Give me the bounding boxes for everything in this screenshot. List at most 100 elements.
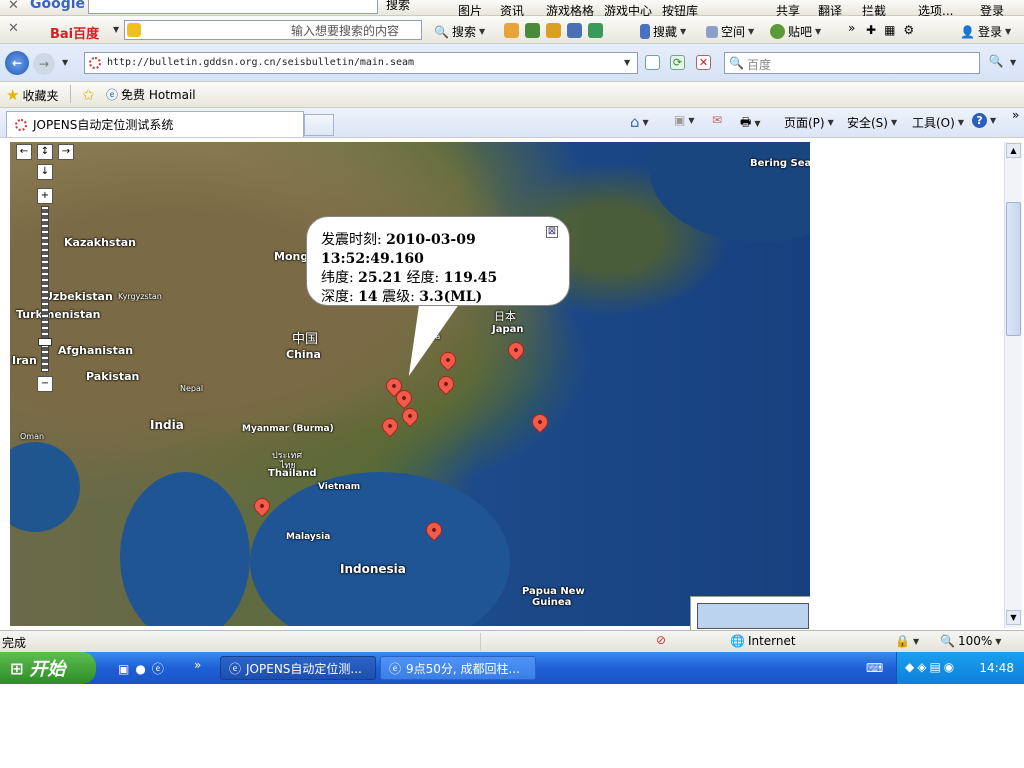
scroll-up-icon[interactable]: ▲ <box>1006 143 1021 158</box>
ie-icon: ⓔ <box>389 661 402 676</box>
chevron-down-icon[interactable]: ▼ <box>113 25 119 34</box>
stop-icon[interactable]: ✕ <box>696 55 711 70</box>
tray-icons[interactable]: ◆◈▤◉ <box>905 660 957 674</box>
quick-launch[interactable]: ▣ ● ⓔ <box>118 660 164 677</box>
gear-icon[interactable]: ⚙ <box>903 23 914 37</box>
mail-button[interactable]: ✉ <box>712 113 722 127</box>
vertical-scrollbar[interactable]: ▲ ▼ <box>1004 142 1022 628</box>
add-favorite-icon[interactable]: ✩ <box>82 86 95 104</box>
system-tray: ◆◈▤◉ 14:48 <box>896 652 1024 684</box>
zoom-slider[interactable] <box>41 206 49 372</box>
plus-icon[interactable]: ✚ <box>866 23 876 37</box>
popup-time-row: 发震时刻: 2010-03-09 13:52:49.160 <box>321 232 476 267</box>
map-label-turkmenistan: Turkmenistan <box>16 308 101 321</box>
baidu-more-button[interactable]: » <box>848 21 855 35</box>
feeds-button[interactable]: ▣ ▼ <box>674 113 695 127</box>
map-label-japan-zh: 日本 <box>494 310 516 323</box>
map-label-png-2: Guinea <box>532 597 572 608</box>
baidu-search-button[interactable]: 🔍 搜索 ▼ <box>434 23 485 40</box>
address-input[interactable]: http://bulletin.gddsn.org.cn/seisbulleti… <box>84 52 638 74</box>
tabs-more-button[interactable]: » <box>1012 108 1019 122</box>
baidu-space-button[interactable]: 空间 ▼ <box>706 23 754 40</box>
forward-arrow-icon[interactable]: → <box>33 53 55 75</box>
task-jopens[interactable]: ⓔ JOPENS自动定位测... <box>220 656 376 680</box>
map-label-bering: Bering Sea <box>750 158 810 169</box>
quake-marker[interactable] <box>434 372 458 396</box>
new-tab-button[interactable] <box>304 114 334 136</box>
compat-view-icon[interactable] <box>645 55 660 70</box>
safety-menu[interactable]: 安全(S) ▼ <box>847 114 897 131</box>
start-button[interactable]: ⊞ 开始 <box>0 652 96 684</box>
overview-map[interactable] <box>697 603 809 629</box>
print-button[interactable]: 🖶 ▼ <box>740 113 760 134</box>
address-dropdown-icon[interactable]: ▼ <box>624 58 630 67</box>
popup-location-row: 纬度: 25.21 经度: 119.45 <box>321 270 498 286</box>
google-search-input[interactable] <box>88 0 378 14</box>
ie-icon[interactable]: ⓔ <box>152 660 164 677</box>
zoom-in-button[interactable]: + <box>37 188 53 204</box>
baidu-tool-icons[interactable] <box>504 23 603 38</box>
search-provider-dropdown-icon[interactable]: ▼ <box>1010 58 1016 67</box>
pan-left-icon[interactable]: ← <box>16 144 32 160</box>
baidu-toolbar: ✕ Bai百度 ▼ 输入想要搜索的内容 🔍 搜索 ▼ 搜藏 ▼ 空间 ▼ 贴吧 ▼ » ✚… <box>0 16 1024 44</box>
qq-icon[interactable]: ● <box>135 662 145 676</box>
close-toolbar-icon[interactable]: ✕ <box>8 0 19 13</box>
zoom-out-button[interactable]: − <box>37 376 53 392</box>
favorites-button[interactable]: ★ 收藏夹 <box>6 86 58 104</box>
quake-marker[interactable] <box>528 410 552 434</box>
page-menu[interactable]: 页面(P) ▼ <box>784 114 834 131</box>
baidu-search-input[interactable]: 输入想要搜索的内容 <box>124 20 422 40</box>
page-content: Bering Sea Kazakhstan Mong Uzbekistan Ky… <box>0 138 1024 630</box>
help-button[interactable]: ? ▼ <box>972 113 996 128</box>
ie-icon: ⓔ <box>229 661 242 676</box>
clock[interactable]: 14:48 <box>979 661 1014 675</box>
quake-marker[interactable] <box>504 338 528 362</box>
home-button[interactable]: ⌂ ▼ <box>630 113 649 131</box>
pan-down-icon[interactable]: ↓ <box>37 164 53 180</box>
desktop-icon[interactable]: ▣ <box>118 662 129 676</box>
history-dropdown-icon[interactable]: ▼ <box>62 58 68 67</box>
quick-launch-more[interactable]: » <box>194 658 201 672</box>
favorite-hotmail-link[interactable]: ⓔ 免费 Hotmail <box>106 86 196 103</box>
overview-map-frame[interactable] <box>690 596 810 630</box>
grid-icon[interactable]: ▦ <box>884 23 895 37</box>
baidu-app-icon[interactable] <box>504 23 519 38</box>
map-label-kyrgyzstan: Kyrgyzstan <box>118 292 162 301</box>
pan-right-icon[interactable]: → <box>58 144 74 160</box>
image-icon[interactable] <box>525 23 540 38</box>
tab-row: JOPENS自动定位测试系统 ⌂ ▼ ▣ ▼ ✉ 🖶 ▼ 页面(P) ▼ 安全(S) ▼ … <box>0 108 1024 138</box>
earthquake-map[interactable]: Bering Sea Kazakhstan Mong Uzbekistan Ky… <box>10 142 810 626</box>
baidu-tieba-button[interactable]: 贴吧 ▼ <box>770 23 821 40</box>
taskbar: ⊞ 开始 ▣ ● ⓔ » ⓔ JOPENS自动定位测... ⓔ 9点50分, 成都回柱..… <box>0 652 1024 684</box>
security-zone[interactable]: 🌐 Internet <box>730 634 796 648</box>
zoom-slider-handle[interactable] <box>38 338 52 346</box>
map-icon[interactable] <box>588 23 603 38</box>
blocked-icon[interactable]: ⊘ <box>656 633 666 647</box>
protected-mode-button[interactable]: 🔒 ▼ <box>895 634 919 648</box>
task-chengdu[interactable]: ⓔ 9点50分, 成都回柱... <box>380 656 536 680</box>
refresh-icon[interactable]: ⟳ <box>670 55 685 70</box>
baidu-extra-icons[interactable]: ✚ ▦ ⚙ <box>866 23 914 37</box>
knowledge-icon[interactable] <box>546 23 561 38</box>
keyboard-icon[interactable]: ⌨ <box>866 661 883 675</box>
search-go-button[interactable]: 🔍 <box>986 54 1006 72</box>
back-arrow-icon[interactable]: ← <box>5 51 29 75</box>
tools-menu[interactable]: 工具(O) ▼ <box>912 114 964 131</box>
web-search-input[interactable]: 百度 <box>724 52 980 74</box>
google-search-button[interactable]: 搜索 <box>386 0 410 13</box>
baidu-login-button[interactable]: 👤 登录 ▼ <box>960 23 1011 40</box>
baidu-favorites-button[interactable]: 搜藏 ▼ <box>640 23 686 40</box>
scroll-down-icon[interactable]: ▼ <box>1006 610 1021 625</box>
scroll-thumb[interactable] <box>1006 202 1021 336</box>
map-label-china: China <box>286 348 321 361</box>
close-baidu-icon[interactable]: ✕ <box>8 21 19 36</box>
popup-close-icon[interactable]: ⊠ <box>546 226 558 238</box>
quake-marker[interactable] <box>378 414 402 438</box>
calendar-icon[interactable] <box>567 23 582 38</box>
tab-jopens[interactable]: JOPENS自动定位测试系统 <box>6 111 304 137</box>
map-label-vietnam: Vietnam <box>318 482 361 492</box>
pan-center-icon[interactable]: ↕ <box>37 144 53 160</box>
quake-marker[interactable] <box>436 348 460 372</box>
divider <box>480 633 481 651</box>
zoom-level-button[interactable]: 🔍 100% ▼ <box>940 634 1001 648</box>
